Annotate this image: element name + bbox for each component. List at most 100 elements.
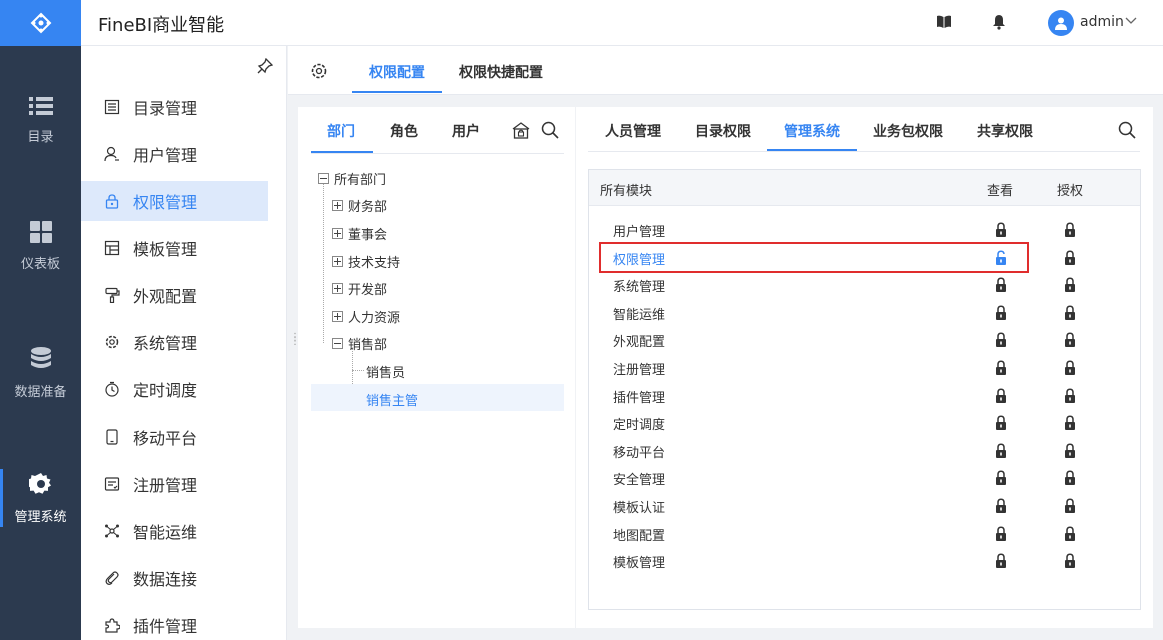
user-icon (103, 145, 121, 163)
menu-item-registration[interactable]: 注册管理 (81, 464, 268, 504)
chevron-down-icon[interactable] (1125, 17, 1137, 25)
view-lock-icon[interactable] (994, 222, 1008, 238)
avatar[interactable] (1048, 10, 1074, 36)
expand-icon[interactable] (332, 256, 343, 267)
grant-lock-icon[interactable] (1063, 360, 1077, 376)
menu-item-plugins[interactable]: 插件管理 (81, 605, 268, 640)
menu-item-schedule[interactable]: 定时调度 (81, 369, 268, 409)
permission-table: 所有模块 查看 授权 用户管理 权限管理 系统管理 智能运维 外观配置 注册管理 插件管理定… (588, 169, 1141, 610)
link-icon (103, 569, 121, 587)
grant-lock-icon[interactable] (1063, 277, 1077, 293)
logo-icon (30, 12, 51, 34)
ops-icon (103, 522, 121, 540)
view-lock-icon[interactable] (994, 332, 1008, 348)
table-row: 外观配置 (589, 326, 1140, 353)
view-lock-icon[interactable] (994, 277, 1008, 293)
view-lock-icon[interactable] (994, 526, 1008, 542)
divider (311, 153, 564, 154)
splitter-handle[interactable]: ⋮⋮ (290, 333, 300, 347)
expand-icon[interactable] (332, 311, 343, 322)
tab-department[interactable]: 部门 (327, 121, 355, 141)
tab-personnel[interactable]: 人员管理 (605, 121, 661, 141)
nav-label: 数据准备 (14, 384, 67, 400)
grant-lock-icon[interactable] (1063, 305, 1077, 321)
bell-icon[interactable] (992, 14, 1006, 30)
tree-node[interactable]: 销售部 (332, 334, 387, 353)
tree-node[interactable]: 人力资源 (332, 307, 400, 326)
view-lock-icon[interactable] (994, 305, 1008, 321)
nav-item-dashboard[interactable]: 仪表板 (0, 211, 81, 281)
timer-icon (103, 380, 121, 398)
menu-item-label: 智能运维 (133, 523, 198, 542)
logo[interactable] (0, 0, 81, 46)
tab-permission-config[interactable]: 权限配置 (369, 62, 425, 82)
column-header-view: 查看 (987, 184, 1014, 199)
view-lock-icon[interactable] (994, 415, 1008, 431)
view-lock-icon[interactable] (994, 470, 1008, 486)
grant-lock-icon[interactable] (1063, 470, 1077, 486)
menu-item-ops[interactable]: 智能运维 (81, 511, 268, 551)
menu-item-label: 权限管理 (133, 193, 198, 212)
view-lock-icon[interactable] (994, 360, 1008, 376)
tab-quick-permission-config[interactable]: 权限快捷配置 (459, 62, 543, 82)
view-lock-icon[interactable] (994, 498, 1008, 514)
search-icon[interactable] (541, 121, 559, 139)
tree-root[interactable]: 所有部门 (318, 169, 386, 188)
menu-item-users[interactable]: 用户管理 (81, 134, 268, 174)
grant-lock-icon[interactable] (1063, 553, 1077, 569)
tree-node[interactable]: 开发部 (332, 279, 387, 298)
collapse-icon[interactable] (318, 173, 329, 184)
gear-icon[interactable] (310, 62, 328, 80)
nav-item-data-prep[interactable]: 数据准备 (0, 338, 81, 408)
grant-lock-icon[interactable] (1063, 222, 1077, 238)
tree-node[interactable]: 董事会 (332, 224, 387, 243)
table-header: 所有模块 查看 授权 (589, 170, 1140, 206)
tree-node-label: 财务部 (348, 200, 388, 215)
pin-icon[interactable] (257, 58, 273, 74)
grant-lock-icon[interactable] (1063, 415, 1077, 431)
menu-item-templates[interactable]: 模板管理 (81, 228, 268, 268)
menu-item-data-connection[interactable]: 数据连接 (81, 558, 268, 598)
template-icon (103, 239, 121, 257)
nav-label: 仪表板 (20, 256, 60, 272)
tree-node[interactable]: 技术支持 (332, 252, 400, 271)
tab-catalog-permission[interactable]: 目录权限 (695, 121, 751, 141)
grant-lock-icon[interactable] (1063, 388, 1077, 404)
menu-item-label: 数据连接 (133, 570, 198, 589)
tab-user[interactable]: 用户 (452, 121, 480, 141)
tree-leaf-selected[interactable]: 销售主管 (366, 390, 418, 409)
book-icon[interactable] (936, 14, 952, 30)
lock-settings-icon[interactable] (511, 121, 531, 139)
expand-icon[interactable] (332, 283, 343, 294)
menu-item-mobile[interactable]: 移动平台 (81, 417, 268, 457)
menu-item-permissions[interactable]: 权限管理 (81, 181, 268, 221)
table-row: 用户管理 (589, 216, 1140, 243)
username[interactable]: admin (1080, 14, 1124, 30)
expand-icon[interactable] (332, 228, 343, 239)
tree-node-label: 开发部 (348, 283, 388, 298)
expand-icon[interactable] (332, 200, 343, 211)
tree-leaf[interactable]: 销售员 (366, 362, 405, 381)
tab-role[interactable]: 角色 (390, 121, 418, 141)
tab-admin-system[interactable]: 管理系统 (784, 121, 840, 141)
collapse-icon[interactable] (332, 338, 343, 349)
search-icon[interactable] (1118, 121, 1136, 139)
grant-lock-icon[interactable] (1063, 498, 1077, 514)
tree-node[interactable]: 财务部 (332, 196, 387, 215)
tab-package-permission[interactable]: 业务包权限 (873, 121, 943, 141)
menu-item-appearance[interactable]: 外观配置 (81, 275, 268, 315)
nav-item-catalog[interactable]: 目录 (0, 85, 81, 155)
view-lock-icon[interactable] (994, 388, 1008, 404)
menu-item-catalog[interactable]: 目录管理 (81, 87, 268, 127)
grant-lock-icon[interactable] (1063, 443, 1077, 459)
view-lock-icon[interactable] (994, 443, 1008, 459)
gear-icon (28, 472, 51, 494)
grant-lock-icon[interactable] (1063, 250, 1077, 266)
tab-share-permission[interactable]: 共享权限 (977, 121, 1033, 141)
module-name: 系统管理 (613, 280, 666, 296)
menu-item-system[interactable]: 系统管理 (81, 322, 268, 362)
nav-item-admin[interactable]: 管理系统 (0, 463, 81, 533)
grant-lock-icon[interactable] (1063, 332, 1077, 348)
view-lock-icon[interactable] (994, 553, 1008, 569)
grant-lock-icon[interactable] (1063, 526, 1077, 542)
